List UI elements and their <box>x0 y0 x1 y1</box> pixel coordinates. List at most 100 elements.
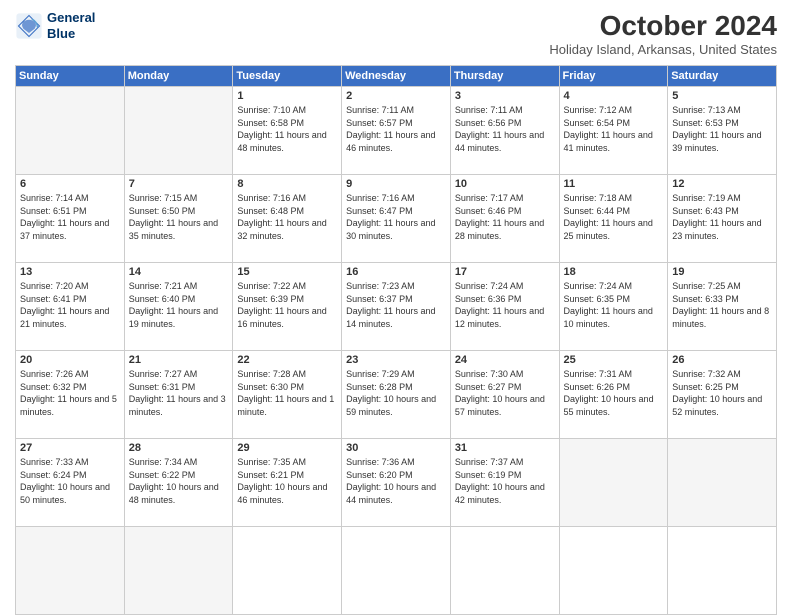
day-info: Sunrise: 7:32 AM Sunset: 6:25 PM Dayligh… <box>672 368 772 418</box>
calendar-cell: 30Sunrise: 7:36 AM Sunset: 6:20 PM Dayli… <box>342 439 451 527</box>
day-info: Sunrise: 7:16 AM Sunset: 6:47 PM Dayligh… <box>346 192 446 242</box>
day-number: 27 <box>20 442 120 454</box>
calendar-cell <box>450 527 559 615</box>
day-number: 11 <box>564 178 664 190</box>
logo-text: General Blue <box>47 10 95 41</box>
calendar-table: SundayMondayTuesdayWednesdayThursdayFrid… <box>15 65 777 615</box>
calendar-cell: 23 Sunrise: 7:29 AM Sunset: 6:28 PM Dayli… <box>342 351 451 439</box>
day-info: Sunrise: 7:33 AM Sunset: 6:24 PM Dayligh… <box>20 456 120 506</box>
weekday-header-sunday: Sunday <box>16 66 125 87</box>
calendar-cell <box>668 439 777 527</box>
calendar-cell: 2 Sunrise: 7:11 AM Sunset: 6:57 PM Daylig… <box>342 87 451 175</box>
day-info: Sunrise: 7:24 AM Sunset: 6:35 PM Dayligh… <box>564 280 664 330</box>
calendar-cell: 28Sunrise: 7:34 AM Sunset: 6:22 PM Dayli… <box>124 439 233 527</box>
calendar-cell: 17 Sunrise: 7:24 AM Sunset: 6:36 PM Dayli… <box>450 263 559 351</box>
calendar-cell: 18 Sunrise: 7:24 AM Sunset: 6:35 PM Dayli… <box>559 263 668 351</box>
weekday-header-wednesday: Wednesday <box>342 66 451 87</box>
day-number: 8 <box>237 178 337 190</box>
day-info: Sunrise: 7:34 AM Sunset: 6:22 PM Dayligh… <box>129 456 229 506</box>
calendar-cell <box>16 87 125 175</box>
day-info: Sunrise: 7:16 AM Sunset: 6:48 PM Dayligh… <box>237 192 337 242</box>
calendar-cell: 13 Sunrise: 7:20 AM Sunset: 6:41 PM Dayli… <box>16 263 125 351</box>
calendar-cell: 21Sunrise: 7:27 AM Sunset: 6:31 PM Dayli… <box>124 351 233 439</box>
day-info: Sunrise: 7:37 AM Sunset: 6:19 PM Dayligh… <box>455 456 555 506</box>
calendar-cell: 29Sunrise: 7:35 AM Sunset: 6:21 PM Dayli… <box>233 439 342 527</box>
calendar-cell: 16Sunrise: 7:23 AM Sunset: 6:37 PM Dayli… <box>342 263 451 351</box>
day-number: 4 <box>564 90 664 102</box>
calendar-cell: 14Sunrise: 7:21 AM Sunset: 6:40 PM Dayli… <box>124 263 233 351</box>
calendar-cell: 9 Sunrise: 7:16 AM Sunset: 6:47 PM Daylig… <box>342 175 451 263</box>
day-number: 26 <box>672 354 772 366</box>
calendar-cell: 26 Sunrise: 7:32 AM Sunset: 6:25 PM Dayli… <box>668 351 777 439</box>
logo: General Blue <box>15 10 95 41</box>
calendar-week-row: 13 Sunrise: 7:20 AM Sunset: 6:41 PM Dayli… <box>16 263 777 351</box>
day-info: Sunrise: 7:31 AM Sunset: 6:26 PM Dayligh… <box>564 368 664 418</box>
day-number: 3 <box>455 90 555 102</box>
day-number: 25 <box>564 354 664 366</box>
calendar-cell: 10 Sunrise: 7:17 AM Sunset: 6:46 PM Dayli… <box>450 175 559 263</box>
weekday-header-friday: Friday <box>559 66 668 87</box>
day-info: Sunrise: 7:25 AM Sunset: 6:33 PM Dayligh… <box>672 280 772 330</box>
day-number: 30 <box>346 442 446 454</box>
day-info: Sunrise: 7:11 AM Sunset: 6:57 PM Dayligh… <box>346 104 446 154</box>
day-info: Sunrise: 7:19 AM Sunset: 6:43 PM Dayligh… <box>672 192 772 242</box>
calendar-cell <box>559 439 668 527</box>
weekday-header-thursday: Thursday <box>450 66 559 87</box>
day-number: 5 <box>672 90 772 102</box>
day-info: Sunrise: 7:29 AM Sunset: 6:28 PM Dayligh… <box>346 368 446 418</box>
day-info: Sunrise: 7:18 AM Sunset: 6:44 PM Dayligh… <box>564 192 664 242</box>
day-info: Sunrise: 7:24 AM Sunset: 6:36 PM Dayligh… <box>455 280 555 330</box>
calendar-cell: 24Sunrise: 7:30 AM Sunset: 6:27 PM Dayli… <box>450 351 559 439</box>
calendar-cell: 11 Sunrise: 7:18 AM Sunset: 6:44 PM Dayli… <box>559 175 668 263</box>
calendar-cell: 3 Sunrise: 7:11 AM Sunset: 6:56 PM Daylig… <box>450 87 559 175</box>
day-info: Sunrise: 7:26 AM Sunset: 6:32 PM Dayligh… <box>20 368 120 418</box>
day-info: Sunrise: 7:17 AM Sunset: 6:46 PM Dayligh… <box>455 192 555 242</box>
calendar-cell: 15Sunrise: 7:22 AM Sunset: 6:39 PM Dayli… <box>233 263 342 351</box>
title-section: October 2024 Holiday Island, Arkansas, U… <box>549 10 777 57</box>
logo-icon <box>15 12 43 40</box>
day-number: 9 <box>346 178 446 190</box>
calendar-cell: 1Sunrise: 7:10 AM Sunset: 6:58 PM Daylig… <box>233 87 342 175</box>
day-number: 22 <box>237 354 337 366</box>
calendar-cell: 31 Sunrise: 7:37 AM Sunset: 6:19 PM Dayli… <box>450 439 559 527</box>
calendar-week-row: 27 Sunrise: 7:33 AM Sunset: 6:24 PM Dayli… <box>16 439 777 527</box>
day-number: 31 <box>455 442 555 454</box>
calendar-cell: 12Sunrise: 7:19 AM Sunset: 6:43 PM Dayli… <box>668 175 777 263</box>
day-number: 23 <box>346 354 446 366</box>
calendar-cell: 27 Sunrise: 7:33 AM Sunset: 6:24 PM Dayli… <box>16 439 125 527</box>
calendar-week-row <box>16 527 777 615</box>
day-info: Sunrise: 7:11 AM Sunset: 6:56 PM Dayligh… <box>455 104 555 154</box>
day-number: 21 <box>129 354 229 366</box>
day-info: Sunrise: 7:15 AM Sunset: 6:50 PM Dayligh… <box>129 192 229 242</box>
page-container: General Blue October 2024 Holiday Island… <box>0 0 792 612</box>
weekday-header-saturday: Saturday <box>668 66 777 87</box>
day-info: Sunrise: 7:20 AM Sunset: 6:41 PM Dayligh… <box>20 280 120 330</box>
calendar-cell <box>668 527 777 615</box>
calendar-cell: 4 Sunrise: 7:12 AM Sunset: 6:54 PM Daylig… <box>559 87 668 175</box>
day-number: 18 <box>564 266 664 278</box>
day-info: Sunrise: 7:10 AM Sunset: 6:58 PM Dayligh… <box>237 104 337 154</box>
calendar-week-row: 20 Sunrise: 7:26 AM Sunset: 6:32 PM Dayli… <box>16 351 777 439</box>
calendar-cell <box>124 527 233 615</box>
calendar-cell: 5Sunrise: 7:13 AM Sunset: 6:53 PM Daylig… <box>668 87 777 175</box>
day-number: 2 <box>346 90 446 102</box>
day-number: 15 <box>237 266 337 278</box>
day-number: 6 <box>20 178 120 190</box>
day-number: 7 <box>129 178 229 190</box>
day-number: 13 <box>20 266 120 278</box>
weekday-header-tuesday: Tuesday <box>233 66 342 87</box>
calendar-cell: 22 Sunrise: 7:28 AM Sunset: 6:30 PM Dayli… <box>233 351 342 439</box>
day-number: 10 <box>455 178 555 190</box>
calendar-cell <box>559 527 668 615</box>
day-number: 17 <box>455 266 555 278</box>
day-info: Sunrise: 7:28 AM Sunset: 6:30 PM Dayligh… <box>237 368 337 418</box>
day-number: 29 <box>237 442 337 454</box>
day-info: Sunrise: 7:12 AM Sunset: 6:54 PM Dayligh… <box>564 104 664 154</box>
day-number: 16 <box>346 266 446 278</box>
day-number: 19 <box>672 266 772 278</box>
month-title: October 2024 <box>549 10 777 42</box>
weekday-header-monday: Monday <box>124 66 233 87</box>
day-number: 20 <box>20 354 120 366</box>
header: General Blue October 2024 Holiday Island… <box>15 10 777 57</box>
calendar-week-row: 6Sunrise: 7:14 AM Sunset: 6:51 PM Daylig… <box>16 175 777 263</box>
